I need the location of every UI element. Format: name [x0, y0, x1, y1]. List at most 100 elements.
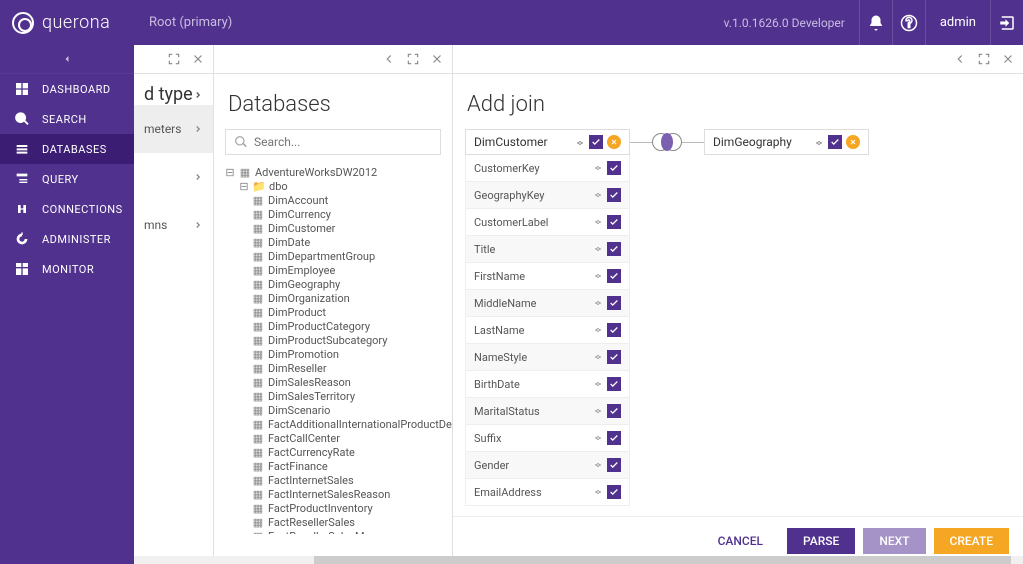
tree-table[interactable]: ▦DimOrganization	[225, 291, 441, 305]
cancel-button[interactable]: CANCEL	[702, 528, 779, 554]
tree-table[interactable]: ▦DimCustomer	[225, 221, 441, 235]
sidebar-item-dashboard[interactable]: DASHBOARD	[0, 74, 134, 104]
field-checkbox[interactable]	[607, 188, 621, 202]
tree-table[interactable]: ▦DimGeography	[225, 277, 441, 291]
expand-toggle-icon[interactable]	[593, 352, 603, 362]
tree-table[interactable]: ▦FactAdditionalInternationalProductDescr…	[225, 417, 441, 431]
field-checkbox[interactable]	[607, 431, 621, 445]
expand-toggle-icon[interactable]	[593, 487, 603, 497]
join-type-icon[interactable]	[652, 129, 682, 155]
field-checkbox[interactable]	[607, 161, 621, 175]
expand-toggle-icon[interactable]	[593, 244, 603, 254]
expand-toggle-icon[interactable]	[593, 433, 603, 443]
expand-toggle-icon[interactable]	[593, 406, 603, 416]
field-row[interactable]: EmailAddress	[465, 479, 630, 506]
field-row[interactable]: MaritalStatus	[465, 398, 630, 425]
tree-table[interactable]: ▦DimAccount	[225, 193, 441, 207]
expand-toggle-icon[interactable]	[593, 379, 603, 389]
expand-toggle-icon[interactable]	[593, 217, 603, 227]
expand-toggle-icon[interactable]	[593, 298, 603, 308]
expand-icon[interactable]	[977, 52, 991, 66]
field-row[interactable]: CustomerLabel	[465, 209, 630, 236]
sidebar-item-databases[interactable]: DATABASES	[0, 134, 134, 164]
tree-table[interactable]: ▦DimScenario	[225, 403, 441, 417]
left-table-select[interactable]: DimCustomer	[465, 129, 630, 155]
field-row[interactable]: Suffix	[465, 425, 630, 452]
tree-table[interactable]: ▦DimSalesReason	[225, 375, 441, 389]
field-row[interactable]: Title	[465, 236, 630, 263]
field-row[interactable]: GeographyKey	[465, 182, 630, 209]
remove-button[interactable]	[607, 135, 621, 149]
tree-table[interactable]: ▦DimPromotion	[225, 347, 441, 361]
field-row[interactable]: CustomerKey	[465, 155, 630, 182]
chevron-left-icon[interactable]	[953, 52, 967, 66]
expand-toggle-icon[interactable]	[593, 190, 603, 200]
field-checkbox[interactable]	[607, 269, 621, 283]
chevron-left-icon[interactable]	[382, 52, 396, 66]
field-checkbox[interactable]	[607, 323, 621, 337]
tree-table[interactable]: ▦DimDepartmentGroup	[225, 249, 441, 263]
check-all[interactable]	[828, 135, 842, 149]
remove-button[interactable]	[846, 135, 860, 149]
field-checkbox[interactable]	[607, 377, 621, 391]
tree-table[interactable]: ▦FactInternetSalesReason	[225, 487, 441, 501]
breadcrumb[interactable]: Root (primary)	[134, 15, 232, 30]
sidebar-item-query[interactable]: QUERY	[0, 164, 134, 194]
field-checkbox[interactable]	[607, 242, 621, 256]
sidebar-item-monitor[interactable]: MONITOR	[0, 254, 134, 284]
tree-table[interactable]: ▦FactResellerSales	[225, 515, 441, 529]
tree-table[interactable]: ▦FactFinance	[225, 459, 441, 473]
expand-icon[interactable]	[167, 52, 181, 66]
sub-item-parameters[interactable]: meters	[134, 105, 213, 153]
search-input[interactable]	[225, 129, 441, 155]
close-icon[interactable]	[191, 52, 205, 66]
sub-item-columns[interactable]: mns	[134, 201, 213, 249]
close-icon[interactable]	[1001, 52, 1015, 66]
tree-table[interactable]: ▦FactCallCenter	[225, 431, 441, 445]
tree-table[interactable]: ▦DimProductSubcategory	[225, 333, 441, 347]
tree-table[interactable]: ▦DimReseller	[225, 361, 441, 375]
field-row[interactable]: LastName	[465, 317, 630, 344]
field-row[interactable]: Gender	[465, 452, 630, 479]
sidebar-item-search[interactable]: SEARCH	[0, 104, 134, 134]
field-row[interactable]: BirthDate	[465, 371, 630, 398]
field-checkbox[interactable]	[607, 296, 621, 310]
check-all[interactable]	[589, 135, 603, 149]
field-row[interactable]: NameStyle	[465, 344, 630, 371]
create-button[interactable]: CREATE	[934, 528, 1009, 554]
user-label[interactable]: admin	[925, 0, 990, 45]
expand-icon[interactable]	[406, 52, 420, 66]
horizontal-scrollbar[interactable]	[134, 556, 1023, 564]
sidebar-collapse-button[interactable]	[0, 45, 134, 74]
sidebar-item-administer[interactable]: ADMINISTER	[0, 224, 134, 254]
expand-toggle-icon[interactable]	[593, 460, 603, 470]
next-button[interactable]: NEXT	[863, 528, 925, 554]
parse-button[interactable]: PARSE	[787, 528, 855, 554]
notifications-icon[interactable]	[859, 0, 892, 45]
tree-table[interactable]: ▦DimProductCategory	[225, 319, 441, 333]
field-checkbox[interactable]	[607, 350, 621, 364]
expand-toggle-icon[interactable]	[593, 271, 603, 281]
help-icon[interactable]	[892, 0, 925, 45]
field-row[interactable]: FirstName	[465, 263, 630, 290]
field-checkbox[interactable]	[607, 215, 621, 229]
expand-toggle-icon[interactable]	[593, 163, 603, 173]
right-table-select[interactable]: DimGeography	[704, 129, 869, 155]
search-field[interactable]	[254, 135, 432, 149]
tree-table[interactable]: ▦DimDate	[225, 235, 441, 249]
tree-database[interactable]: ⊟▦AdventureWorksDW2012	[225, 165, 441, 179]
field-checkbox[interactable]	[607, 485, 621, 499]
field-row[interactable]: MiddleName	[465, 290, 630, 317]
tree-schema[interactable]: ⊟📁dbo	[225, 179, 441, 193]
logout-icon[interactable]	[990, 0, 1023, 45]
logo[interactable]: querona	[0, 0, 134, 45]
field-checkbox[interactable]	[607, 404, 621, 418]
field-checkbox[interactable]	[607, 458, 621, 472]
sidebar-item-connections[interactable]: CONNECTIONS	[0, 194, 134, 224]
tree-table[interactable]: ▦FactProductInventory	[225, 501, 441, 515]
expand-toggle-icon[interactable]	[593, 325, 603, 335]
close-icon[interactable]	[430, 52, 444, 66]
tree-table[interactable]: ▦FactResellerSalesM	[225, 529, 441, 534]
tree-table[interactable]: ▦DimCurrency	[225, 207, 441, 221]
chevron-right-icon[interactable]	[193, 90, 203, 100]
